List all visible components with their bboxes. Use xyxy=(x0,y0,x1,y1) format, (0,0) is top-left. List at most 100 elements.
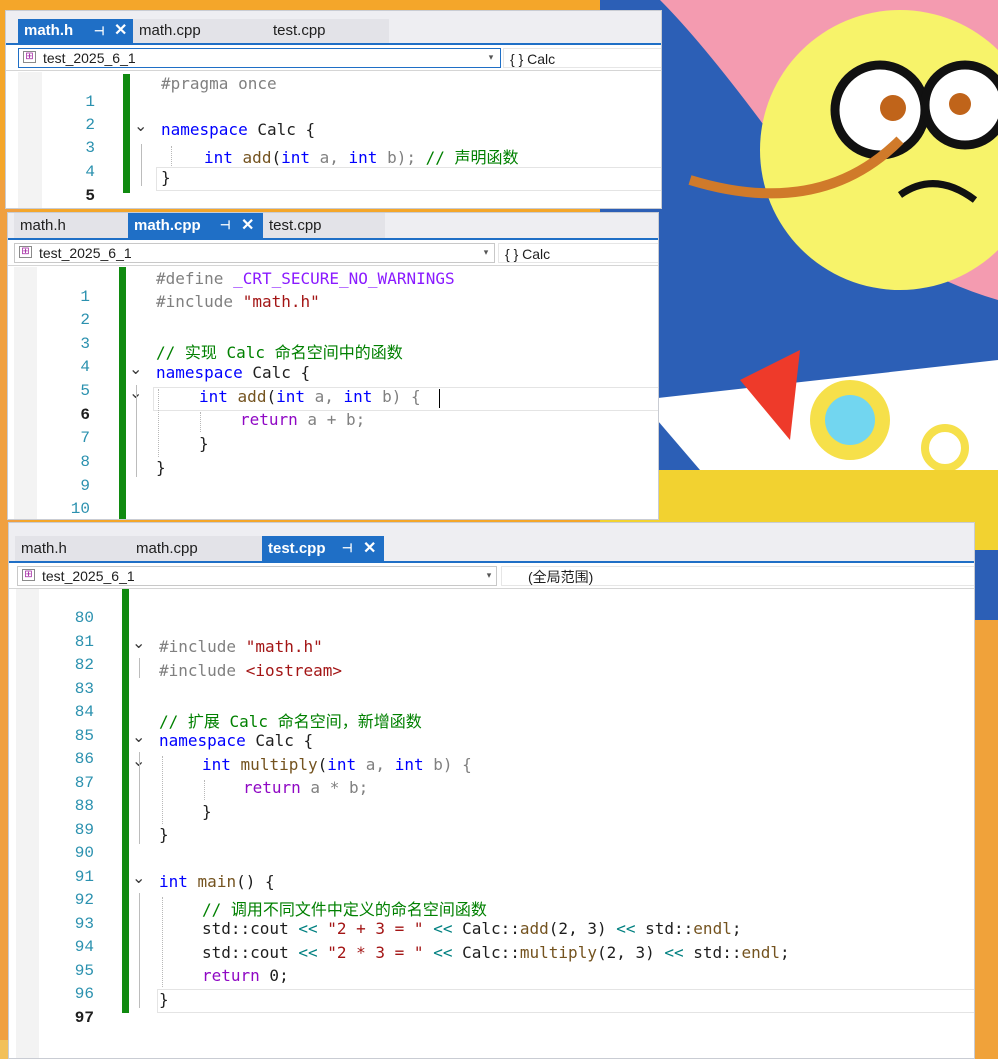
parameter: a, xyxy=(356,755,395,774)
code-line: 6 ⌄ int add(int a, int b) { xyxy=(8,383,658,424)
tab-test-cpp[interactable]: test.cpp xyxy=(263,213,385,238)
tab-label: math.cpp xyxy=(134,217,201,234)
fold-chevron-icon[interactable]: ⌄ xyxy=(132,868,145,887)
close-icon[interactable]: ✕ xyxy=(241,213,254,238)
function-name: multiply xyxy=(240,755,318,774)
pin-icon[interactable]: ⊣ xyxy=(94,19,104,43)
punctuation: () { xyxy=(236,872,275,891)
indent-guide xyxy=(162,897,163,987)
code-line: 3 xyxy=(8,316,658,353)
string-literal: <iostream> xyxy=(245,661,343,680)
code-line: 88 return a * b; xyxy=(9,778,974,815)
keyword: int xyxy=(348,148,378,167)
tab-math-h[interactable]: math.h xyxy=(14,213,128,238)
comment: // 声明函数 xyxy=(425,148,519,167)
identifier: std:: xyxy=(683,943,742,962)
tab-label: test.cpp xyxy=(273,22,326,39)
tab-math-cpp[interactable]: math.cpp ⊣ ✕ xyxy=(128,213,263,238)
scope-dropdown[interactable]: { } Calc xyxy=(503,48,661,68)
string-literal: "2 + 3 = " xyxy=(317,919,434,938)
code-line: 2 #include "math.h" xyxy=(8,292,658,329)
closing-brace: } xyxy=(159,990,169,1009)
line-number: 97 xyxy=(74,1009,94,1027)
code-editor[interactable]: 1 #pragma once 2 3 ⌄ namespace Calc { 4 … xyxy=(6,72,661,208)
close-icon[interactable]: ✕ xyxy=(363,536,376,561)
scope-name: { } Calc xyxy=(510,51,556,67)
document-tab-bar: math.h math.cpp test.cpp ⊣ ✕ xyxy=(9,523,974,563)
keyword: int xyxy=(343,387,373,406)
keyword: int xyxy=(394,755,424,774)
function-name: endl xyxy=(693,919,732,938)
code-line: 93 // 调用不同文件中定义的命名空间函数 xyxy=(9,896,974,933)
tab-test-cpp[interactable]: test.cpp xyxy=(263,19,389,43)
operator: << xyxy=(664,943,684,962)
preprocessor-directive: #include xyxy=(159,637,246,656)
closing-brace: } xyxy=(161,168,171,187)
tab-math-h[interactable]: math.h ⊣ ✕ xyxy=(18,19,133,43)
tab-test-cpp[interactable]: test.cpp ⊣ ✕ xyxy=(262,536,384,561)
fold-guide xyxy=(139,658,140,678)
fold-chevron-icon[interactable]: ⌄ xyxy=(134,116,147,135)
scope-dropdown[interactable]: { } Calc xyxy=(498,243,658,263)
code-line: 10 xyxy=(8,481,658,518)
project-name: test_2025_6_1 xyxy=(42,568,135,584)
parameter: b) { xyxy=(423,755,472,774)
preprocessor-directive: #define xyxy=(156,269,234,288)
project-dropdown[interactable]: ⊞ test_2025_6_1 xyxy=(18,48,501,68)
code-line: 2 xyxy=(6,97,661,134)
expression: 0; xyxy=(259,966,289,985)
punctuation: ( xyxy=(266,387,277,406)
document-tab-bar: math.h ⊣ ✕ math.cpp test.cpp xyxy=(6,11,661,45)
project-icon: ⊞ xyxy=(22,569,35,581)
indent-guide xyxy=(158,389,159,457)
function-name: main xyxy=(197,872,237,891)
project-dropdown[interactable]: ⊞ test_2025_6_1 xyxy=(14,243,495,263)
code-line: 97 } xyxy=(9,990,974,1027)
keyword: int xyxy=(327,755,357,774)
arguments: (2, 3) xyxy=(596,943,665,962)
fold-chevron-icon[interactable]: ⌄ xyxy=(132,727,145,746)
tab-label: math.cpp xyxy=(136,540,198,557)
closing-brace: } xyxy=(202,802,212,821)
project-icon: ⊞ xyxy=(19,246,32,258)
code-line: 81 xyxy=(9,614,974,651)
parameter: b) { xyxy=(372,387,421,406)
pin-icon[interactable]: ⊣ xyxy=(220,213,230,238)
navigation-bar: ⊞ test_2025_6_1 ▾ { } Calc xyxy=(6,45,661,71)
code-line: 3 ⌄ namespace Calc { xyxy=(6,116,661,157)
close-icon[interactable]: ✕ xyxy=(114,19,127,43)
keyword: int xyxy=(276,387,305,406)
code-line: 83 #include <iostream> xyxy=(9,661,974,698)
project-dropdown[interactable]: ⊞ test_2025_6_1 xyxy=(17,566,497,586)
code-line: 4 int add(int a, int b); // 声明函数 xyxy=(6,144,661,181)
pin-icon[interactable]: ⊣ xyxy=(342,536,352,561)
function-name: add xyxy=(237,387,267,406)
tab-math-cpp[interactable]: math.cpp xyxy=(133,19,263,43)
code-editor[interactable]: 80 81 82 ⌄ #include "math.h" 83 #include… xyxy=(9,589,974,1058)
keyword: int xyxy=(204,148,233,167)
keyword: int xyxy=(202,755,231,774)
chevron-down-icon[interactable]: ▾ xyxy=(479,243,493,261)
tab-math-cpp[interactable]: math.cpp xyxy=(129,536,262,561)
fold-chevron-icon[interactable]: ⌄ xyxy=(129,359,142,378)
operator: << xyxy=(298,919,318,938)
fold-guide xyxy=(139,893,140,1008)
code-line: 5 ⌄ namespace Calc { xyxy=(8,359,658,400)
code-line: 4 // 实现 Calc 命名空间中的函数 xyxy=(8,339,658,376)
keyword: int xyxy=(281,148,310,167)
code-editor[interactable]: 1 #define _CRT_SECURE_NO_WARNINGS 2 #inc… xyxy=(8,267,658,519)
identifier: std::cout xyxy=(202,943,299,962)
fold-chevron-icon[interactable]: ⌄ xyxy=(132,633,145,652)
editor-window-math-h: math.h ⊣ ✕ math.cpp test.cpp ⊞ test_2025… xyxy=(5,10,662,209)
fold-guide xyxy=(139,752,140,844)
chevron-down-icon[interactable]: ▾ xyxy=(482,566,496,584)
indent-guide xyxy=(200,412,201,432)
expression: a * b; xyxy=(300,778,369,797)
tab-math-h[interactable]: math.h xyxy=(15,536,129,561)
chevron-down-icon[interactable]: ▾ xyxy=(484,48,498,66)
scope-dropdown[interactable]: (全局范围) xyxy=(501,566,974,586)
code-line: 11 xyxy=(8,505,658,519)
parameter: a, xyxy=(305,387,344,406)
keyword: int xyxy=(159,872,188,891)
fold-guide xyxy=(136,385,137,477)
